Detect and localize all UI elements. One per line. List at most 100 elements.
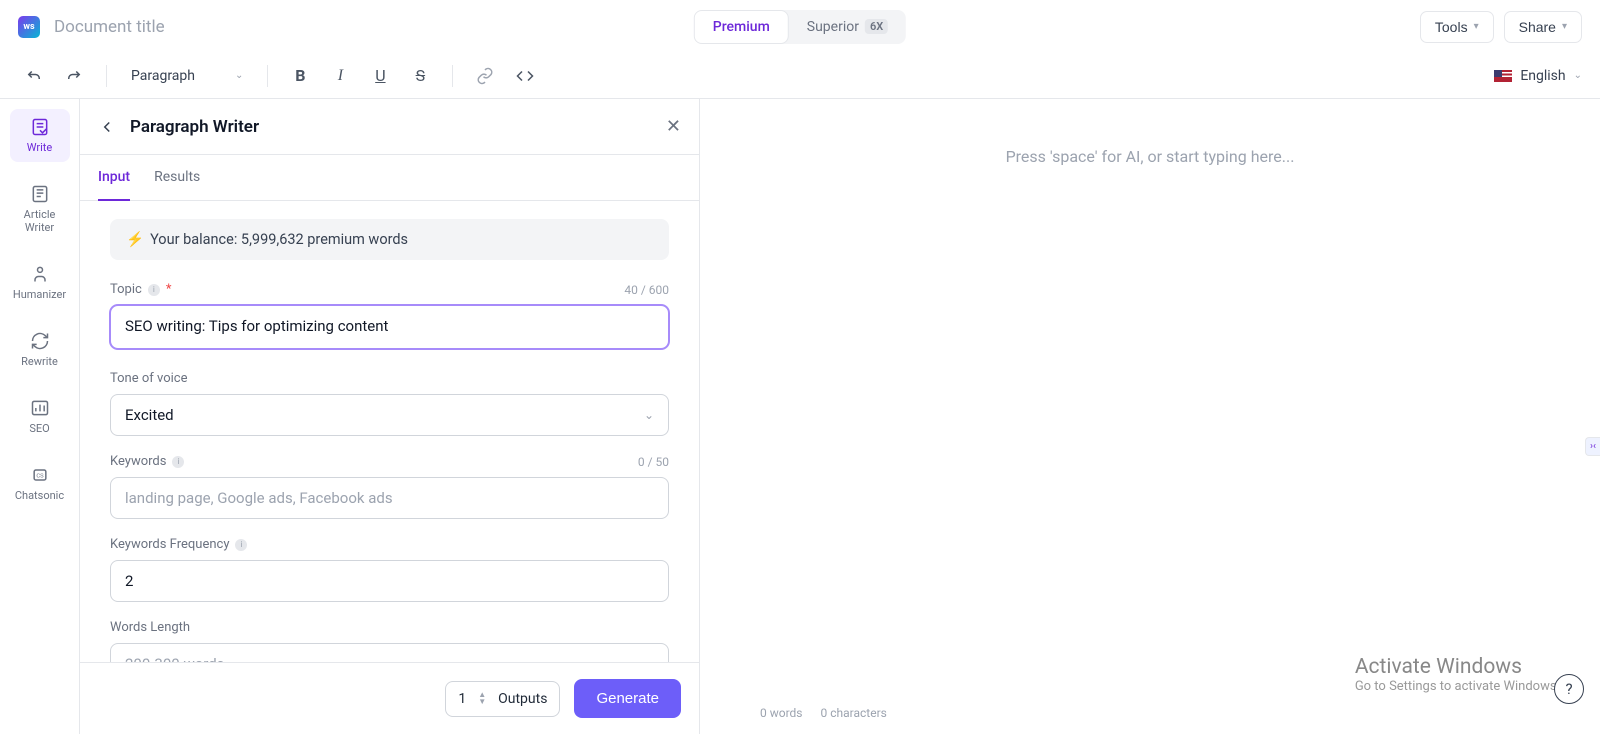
topic-label: Topic i * — [110, 282, 171, 297]
toolbar-divider — [106, 65, 107, 87]
plan-switcher: Premium Superior 6X — [694, 10, 906, 44]
panel-body: ⚡ Your balance: 5,999,632 premium words … — [80, 201, 699, 662]
sidebar-item-label: Rewrite — [21, 355, 58, 368]
stepper-arrows-icon[interactable]: ▲▼ — [478, 692, 486, 705]
seo-icon — [30, 398, 50, 418]
tools-label: Tools — [1435, 19, 1468, 35]
field-tone: Tone of voice Excited ⌄ — [110, 371, 669, 436]
editor-placeholder: Press 'space' for AI, or start typing he… — [760, 147, 1540, 166]
sidebar-item-label: Write — [27, 141, 52, 154]
panel-title: Paragraph Writer — [130, 117, 259, 137]
bolt-icon: ⚡ — [126, 231, 144, 248]
panel-tabs: Input Results — [80, 155, 699, 201]
info-icon: i — [148, 284, 160, 296]
app-logo: ws — [18, 16, 40, 38]
plan-tab-premium[interactable]: Premium — [694, 10, 789, 44]
strikethrough-button[interactable]: S — [404, 60, 436, 92]
undo-button[interactable] — [18, 60, 50, 92]
keywords-input[interactable] — [110, 477, 669, 519]
toolbar-divider — [267, 65, 268, 87]
writer-panel: Paragraph Writer ✕ Input Results ⚡ Your … — [80, 99, 700, 734]
tone-select[interactable]: Excited ⌄ — [110, 394, 669, 436]
rewrite-icon — [30, 331, 50, 351]
plan-superior-label: Superior — [807, 19, 859, 35]
outputs-count: 1 — [458, 691, 466, 707]
topic-input[interactable] — [110, 305, 669, 349]
outputs-stepper[interactable]: 1 ▲▼ Outputs — [445, 681, 560, 717]
underline-button[interactable]: U — [364, 60, 396, 92]
sidebar-item-label: Humanizer — [13, 288, 66, 301]
topic-counter: 40 / 600 — [624, 283, 669, 297]
editor-toolbar: Paragraph ⌄ B I U S English ⌄ — [0, 54, 1600, 98]
sidebar-item-chatsonic[interactable]: CS Chatsonic — [10, 457, 70, 510]
field-length: Words Length 200-300 words ⌄ — [110, 620, 669, 662]
sidebar-item-label: Article Writer — [10, 208, 70, 234]
balance-text: Your balance: 5,999,632 premium words — [150, 231, 408, 248]
redo-button[interactable] — [58, 60, 90, 92]
length-select[interactable]: 200-300 words ⌄ — [110, 643, 669, 662]
block-type-value: Paragraph — [131, 68, 195, 84]
tone-label: Tone of voice — [110, 371, 187, 386]
chatsonic-icon: CS — [30, 465, 50, 485]
tab-results[interactable]: Results — [154, 155, 200, 201]
sidebar-item-article-writer[interactable]: Article Writer — [10, 176, 70, 242]
plan-superior-mult: 6X — [865, 19, 888, 34]
top-right-actions: Tools ▾ Share ▾ — [1420, 11, 1582, 43]
language-label: English — [1520, 68, 1565, 84]
chevron-down-icon: ⌄ — [235, 70, 243, 81]
write-icon — [30, 117, 50, 137]
info-icon: i — [235, 539, 247, 551]
top-bar: ws Document title Premium Superior 6X To… — [0, 0, 1600, 54]
sidebar-item-seo[interactable]: SEO — [10, 390, 70, 443]
bold-button[interactable]: B — [284, 60, 316, 92]
code-button[interactable] — [509, 60, 541, 92]
main-area: Write Article Writer Humanizer Rewrite S… — [0, 98, 1600, 734]
link-button[interactable] — [469, 60, 501, 92]
sidebar-item-label: SEO — [29, 422, 49, 435]
panel-header: Paragraph Writer ✕ — [80, 99, 699, 155]
keywords-label: Keywords i — [110, 454, 184, 469]
frequency-input[interactable] — [110, 560, 669, 602]
sidebar-item-humanizer[interactable]: Humanizer — [10, 256, 70, 309]
share-label: Share — [1519, 19, 1556, 35]
plan-tab-superior[interactable]: Superior 6X — [789, 10, 906, 44]
help-button[interactable]: ? — [1554, 674, 1584, 704]
field-keywords: Keywords i 0 / 50 — [110, 454, 669, 519]
word-count: 0 words — [760, 706, 803, 720]
us-flag-icon — [1494, 70, 1512, 82]
field-topic: Topic i * 40 / 600 — [110, 282, 669, 353]
document-editor[interactable]: Press 'space' for AI, or start typing he… — [700, 99, 1600, 734]
tools-button[interactable]: Tools ▾ — [1420, 11, 1494, 43]
editor-status: 0 words 0 characters — [760, 706, 887, 720]
char-count: 0 characters — [821, 706, 887, 720]
length-value: 200-300 words — [125, 655, 224, 662]
panel-close-button[interactable]: ✕ — [666, 116, 681, 137]
sidebar-item-label: Chatsonic — [15, 489, 64, 502]
left-sidebar: Write Article Writer Humanizer Rewrite S… — [0, 99, 80, 734]
chevron-down-icon: ⌄ — [1574, 70, 1582, 81]
keywords-counter: 0 / 50 — [638, 455, 669, 469]
sidebar-item-rewrite[interactable]: Rewrite — [10, 323, 70, 376]
humanizer-icon — [30, 264, 50, 284]
chevron-down-icon: ▾ — [1474, 21, 1479, 32]
frequency-label: Keywords Frequency i — [110, 537, 247, 552]
block-type-select[interactable]: Paragraph ⌄ — [123, 64, 251, 88]
generate-button[interactable]: Generate — [574, 679, 681, 718]
tab-input[interactable]: Input — [98, 155, 130, 201]
italic-button[interactable]: I — [324, 60, 356, 92]
share-button[interactable]: Share ▾ — [1504, 11, 1582, 43]
language-selector[interactable]: English ⌄ — [1494, 68, 1582, 84]
length-label: Words Length — [110, 620, 190, 635]
sidebar-item-write[interactable]: Write — [10, 109, 70, 162]
svg-text:CS: CS — [36, 474, 44, 480]
panel-footer: 1 ▲▼ Outputs Generate — [80, 662, 699, 734]
tone-value: Excited — [125, 406, 174, 424]
chevron-down-icon: ▾ — [1562, 21, 1567, 32]
chevron-down-icon: ⌄ — [644, 408, 654, 422]
panel-collapse-handle[interactable]: ›‹ — [1585, 437, 1600, 456]
back-button[interactable] — [98, 118, 116, 136]
document-title[interactable]: Document title — [54, 17, 165, 37]
article-icon — [30, 184, 50, 204]
outputs-label: Outputs — [498, 691, 547, 707]
toolbar-divider — [452, 65, 453, 87]
